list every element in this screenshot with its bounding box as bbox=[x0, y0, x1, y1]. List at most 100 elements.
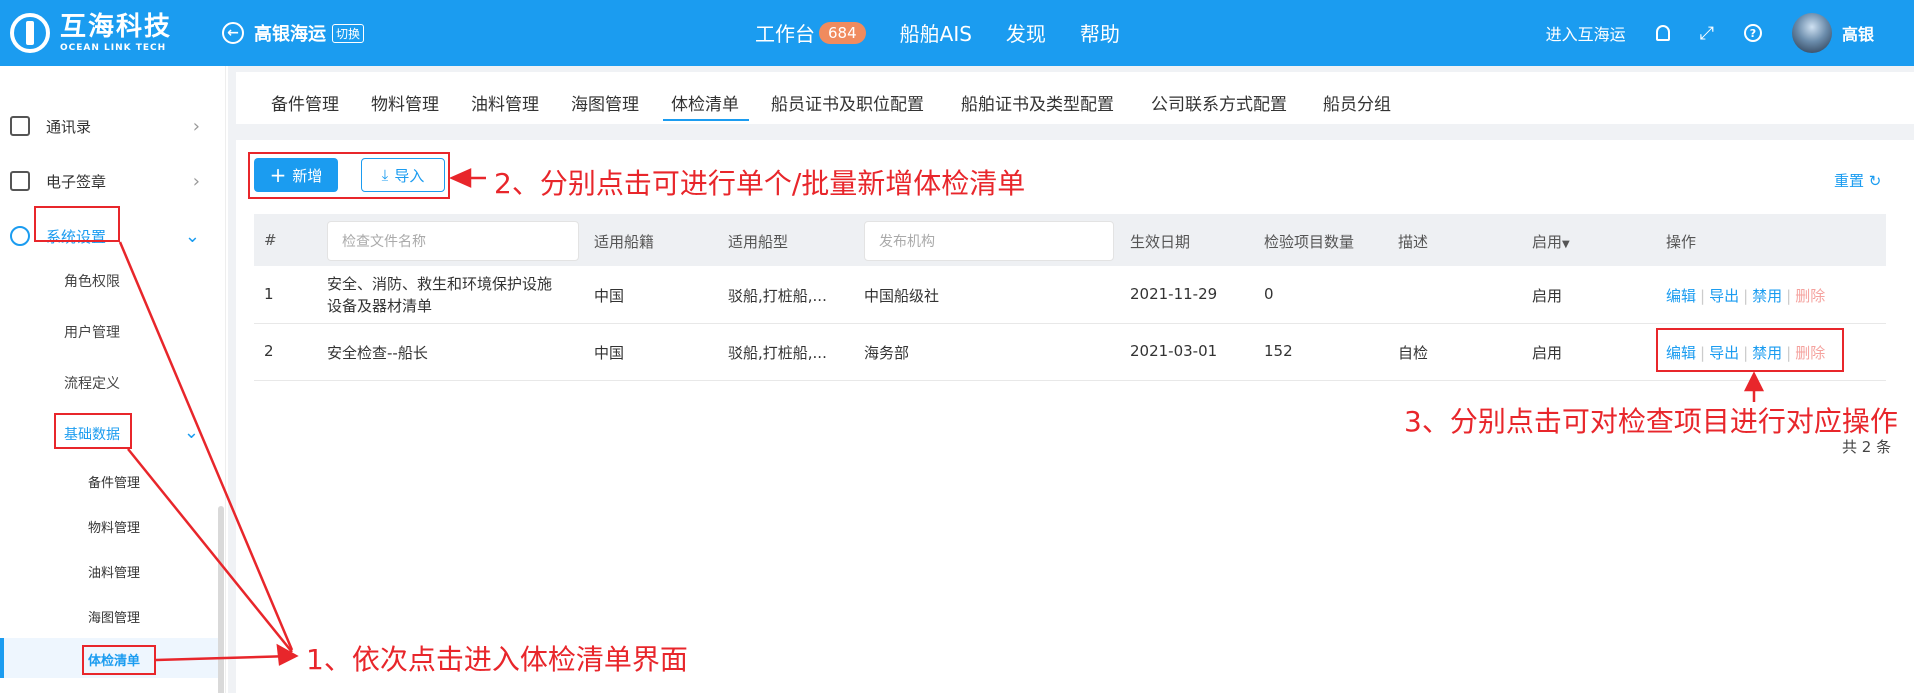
help-icon: ? bbox=[1743, 24, 1762, 42]
col-ops: 操作 bbox=[1666, 233, 1697, 251]
row-flag: 中国 bbox=[594, 287, 625, 305]
tab-materials[interactable]: 物料管理 bbox=[371, 90, 439, 115]
table-row: 2 安全检查--船长 中国 驳船,打桩船,... 海务部 2021-03-01 … bbox=[254, 324, 1886, 381]
sidebar-leaf-oil[interactable]: 油料管理 bbox=[88, 562, 140, 581]
logo-title: 互海科技 bbox=[60, 12, 173, 42]
col-flag: 适用船籍 bbox=[594, 233, 655, 251]
notification-button[interactable] bbox=[1655, 25, 1670, 41]
sidebar-scrollbar[interactable] bbox=[218, 506, 224, 693]
enter-hhy-link[interactable]: 进入互海运 bbox=[1546, 21, 1626, 45]
annotation-step1: 1、依次点击进入体检清单界面 bbox=[306, 643, 688, 676]
row-date: 2021-11-29 bbox=[1130, 285, 1218, 303]
annotation-box-basic-data bbox=[54, 413, 132, 449]
annotation-box-row-actions bbox=[1656, 328, 1844, 372]
top-bar: 互海科技 OCEAN LINK TECH ← 高银海运 切换 工作台 684 船… bbox=[0, 0, 1914, 66]
avatar bbox=[1791, 13, 1832, 53]
workbench-badge: 684 bbox=[819, 21, 866, 44]
table-header: # 检查文件名称 适用船籍 适用船型 发布机构 生效日期 检验项目数量 描述 启… bbox=[254, 214, 1886, 266]
org-name: 高银海运 bbox=[254, 24, 326, 45]
user-menu[interactable]: 高银 bbox=[1791, 13, 1874, 53]
row-actions: 编辑 | 导出 | 禁用 | 删除 bbox=[1666, 287, 1826, 305]
col-index: # bbox=[264, 231, 277, 249]
sidebar-item-contacts[interactable]: 通讯录 › bbox=[0, 106, 225, 146]
annotation-step3: 3、分别点击可对检查项目进行对应操作 bbox=[1404, 405, 1898, 438]
reset-label: 重置 bbox=[1834, 172, 1865, 190]
help-button[interactable]: ? bbox=[1743, 24, 1762, 42]
tab-oil[interactable]: 油料管理 bbox=[471, 90, 539, 115]
tab-ship-cert-config[interactable]: 船舶证书及类型配置 bbox=[961, 90, 1114, 115]
col-count: 检验项目数量 bbox=[1264, 233, 1355, 251]
top-right-tools: 进入互海运 ⤢ ? 高银 bbox=[1516, 0, 1874, 66]
annotation-box-checklist bbox=[82, 645, 156, 675]
row-name: 安全、消防、救生和环境保护设施 设备及器材清单 bbox=[327, 273, 552, 317]
sidebar-active-indicator bbox=[0, 638, 4, 678]
sidebar-sub-users[interactable]: 用户管理 bbox=[64, 322, 120, 342]
nav-ship-ais[interactable]: 船舶AIS bbox=[900, 18, 972, 47]
sidebar-leaf-charts[interactable]: 海图管理 bbox=[88, 607, 140, 626]
tab-charts[interactable]: 海图管理 bbox=[571, 90, 639, 115]
org-switcher[interactable]: ← 高银海运 切换 bbox=[222, 20, 365, 46]
org-filter-input[interactable]: 发布机构 bbox=[864, 221, 1114, 261]
row-name-line2: 设备及器材清单 bbox=[327, 297, 433, 315]
top-nav: 工作台 684 船舶AIS 发现 帮助 bbox=[755, 18, 1154, 47]
sidebar-leaf-materials[interactable]: 物料管理 bbox=[88, 517, 140, 536]
sidebar-item-label: 电子签章 bbox=[46, 172, 107, 191]
chevron-right-icon: › bbox=[192, 115, 200, 137]
row-count: 0 bbox=[1264, 285, 1274, 303]
row-ship-type: 驳船,打桩船,... bbox=[728, 287, 827, 305]
document-icon bbox=[10, 171, 30, 191]
fullscreen-icon[interactable]: ⤢ bbox=[1700, 23, 1714, 44]
export-button[interactable]: 导出 bbox=[1709, 287, 1739, 305]
edit-button[interactable]: 编辑 bbox=[1666, 287, 1696, 305]
row-name: 安全检查--船长 bbox=[327, 344, 428, 362]
delete-button[interactable]: 删除 bbox=[1795, 287, 1825, 305]
nav-workbench-label: 工作台 bbox=[755, 22, 815, 46]
logo[interactable]: 互海科技 OCEAN LINK TECH bbox=[10, 10, 172, 56]
refresh-icon: ↻ bbox=[1868, 172, 1882, 190]
row-date: 2021-03-01 bbox=[1130, 342, 1218, 360]
tabs-bar: 备件管理 物料管理 油料管理 海图管理 体检清单 船员证书及职位配置 船舶证书及… bbox=[236, 72, 1914, 124]
status-filter[interactable]: 启用▼ bbox=[1532, 231, 1570, 252]
col-desc: 描述 bbox=[1398, 233, 1429, 251]
row-desc: 自检 bbox=[1398, 344, 1429, 362]
sidebar-sub-roles[interactable]: 角色权限 bbox=[64, 271, 120, 291]
tab-contact-config[interactable]: 公司联系方式配置 bbox=[1151, 90, 1287, 115]
tab-crew-cert-config[interactable]: 船员证书及职位配置 bbox=[771, 90, 924, 115]
reset-button[interactable]: 重置 ↻ bbox=[1834, 170, 1881, 191]
row-status: 启用 bbox=[1532, 344, 1563, 362]
user-name: 高银 bbox=[1841, 25, 1874, 44]
annotation-box-add-import bbox=[248, 152, 450, 199]
row-org: 海务部 bbox=[864, 344, 910, 362]
row-name-line1: 安全、消防、救生和环境保护设施 bbox=[327, 275, 553, 293]
sidebar-item-label: 通讯录 bbox=[46, 117, 92, 136]
disable-button[interactable]: 禁用 bbox=[1752, 287, 1782, 305]
switch-org-button[interactable]: 切换 bbox=[332, 23, 365, 43]
nav-workbench[interactable]: 工作台 684 bbox=[755, 18, 866, 47]
contacts-icon bbox=[10, 116, 30, 136]
nav-discover[interactable]: 发现 bbox=[1006, 18, 1046, 47]
row-status: 启用 bbox=[1532, 287, 1563, 305]
logo-icon bbox=[10, 13, 50, 53]
col-ship-type: 适用船型 bbox=[728, 233, 789, 251]
row-org: 中国船级社 bbox=[864, 287, 940, 305]
file-name-filter-input[interactable]: 检查文件名称 bbox=[327, 221, 579, 261]
row-index: 2 bbox=[264, 342, 274, 360]
table-row: 1 安全、消防、救生和环境保护设施 设备及器材清单 中国 驳船,打桩船,... … bbox=[254, 266, 1886, 324]
nav-help[interactable]: 帮助 bbox=[1080, 18, 1120, 47]
annotation-box-system-settings bbox=[34, 206, 120, 242]
sidebar-sub-workflow[interactable]: 流程定义 bbox=[64, 373, 120, 393]
row-flag: 中国 bbox=[594, 344, 625, 362]
chevron-right-icon: › bbox=[192, 170, 200, 192]
col-date: 生效日期 bbox=[1130, 233, 1191, 251]
sidebar: 通讯录 › 电子签章 › 系统设置 ⌄ 角色权限 用户管理 流程定义 基础数据 … bbox=[0, 66, 226, 693]
tab-crew-groups[interactable]: 船员分组 bbox=[1323, 90, 1391, 115]
back-arrow-icon[interactable]: ← bbox=[222, 22, 244, 44]
logo-subtitle: OCEAN LINK TECH bbox=[60, 43, 167, 53]
tab-checklist[interactable]: 体检清单 bbox=[671, 90, 739, 115]
tab-spare-parts[interactable]: 备件管理 bbox=[271, 90, 339, 115]
bell-icon bbox=[1655, 25, 1670, 41]
row-ship-type: 驳船,打桩船,... bbox=[728, 344, 827, 362]
annotation-step2: 2、分别点击可进行单个/批量新增体检清单 bbox=[494, 167, 1026, 200]
sidebar-item-e-signature[interactable]: 电子签章 › bbox=[0, 161, 225, 201]
sidebar-leaf-spare-parts[interactable]: 备件管理 bbox=[88, 472, 140, 491]
